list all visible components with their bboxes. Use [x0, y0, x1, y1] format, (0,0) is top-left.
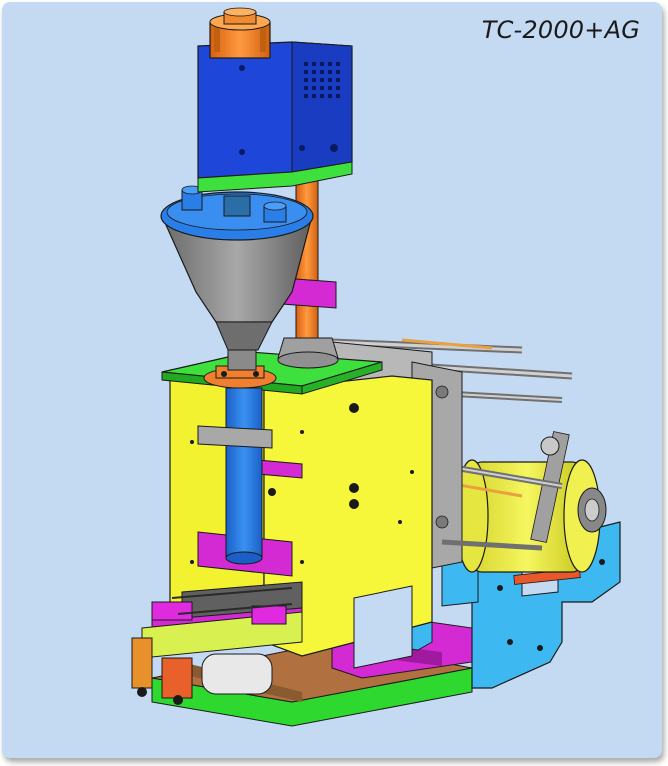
film-roll: [455, 431, 607, 573]
motor-cap: [209, 7, 271, 59]
hopper: [160, 185, 314, 351]
motor-housing: [197, 41, 353, 193]
figure-frame: TC-2000+AG: [2, 2, 662, 758]
packaging-machine-illustration: [131, 7, 621, 727]
